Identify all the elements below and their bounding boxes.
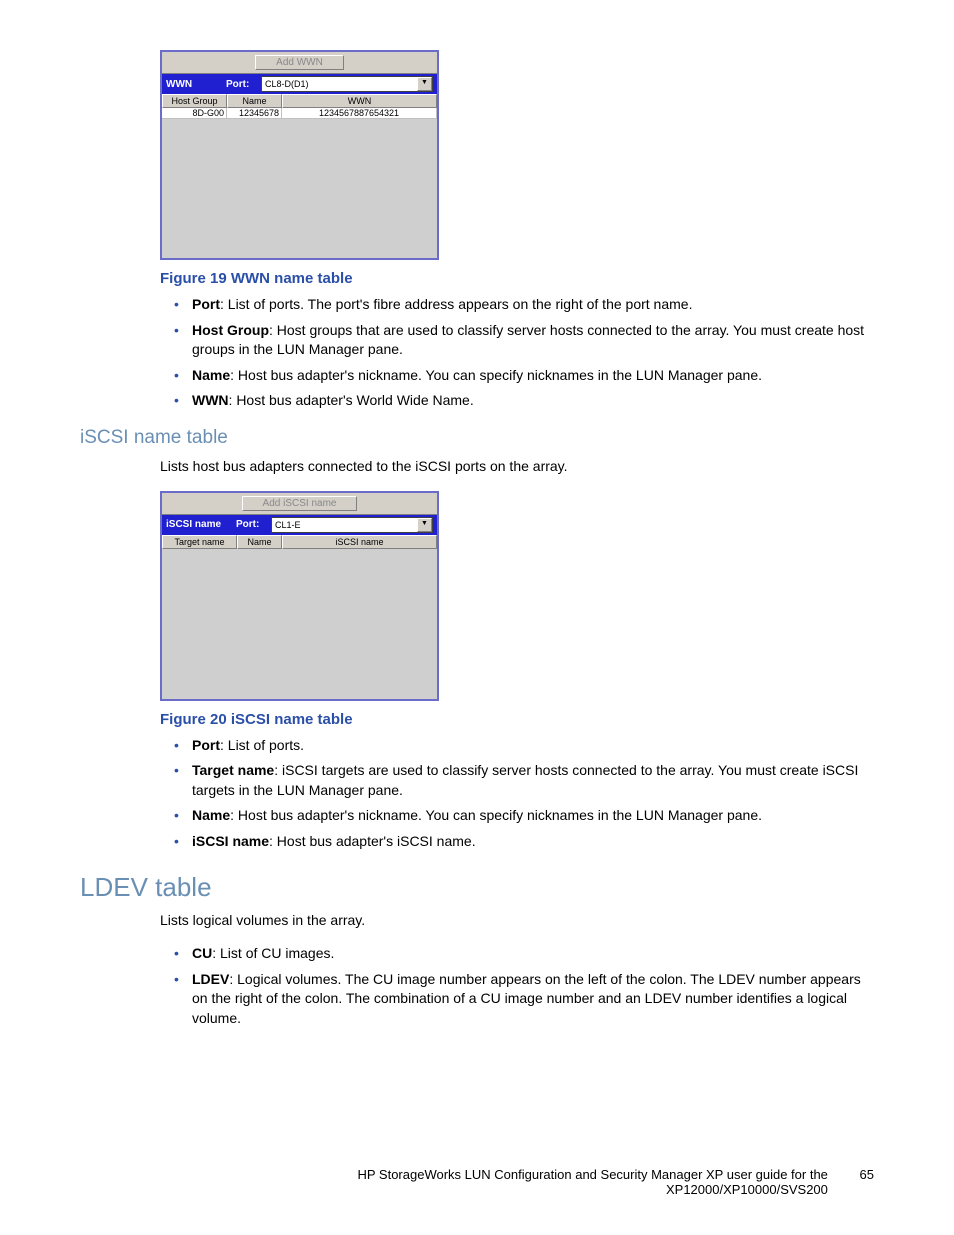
list-item: Port: List of ports. The port's fibre ad…: [174, 295, 874, 315]
cell-wwn: 1234567887654321: [282, 108, 437, 119]
list-item: Name: Host bus adapter's nickname. You c…: [174, 366, 874, 386]
iscsi-table-body: [162, 549, 437, 699]
list-item: CU: List of CU images.: [174, 944, 874, 964]
col-iscsiname: iSCSI name: [282, 535, 437, 549]
cell-hostgroup: 8D-G00: [162, 108, 227, 119]
iscsi-header-bar: iSCSI name Port: CL1-E ▼: [162, 515, 437, 535]
wwn-screenshot: Add WWN WWN Port: CL8-D(D1) ▼ Host Group…: [160, 50, 439, 260]
port-label: Port:: [226, 79, 261, 90]
table-row[interactable]: 8D-G00 12345678 1234567887654321: [162, 108, 437, 119]
iscsi-title: iSCSI name: [166, 519, 236, 530]
port-label: Port:: [236, 519, 271, 530]
wwn-column-headers: Host Group Name WWN: [162, 94, 437, 108]
list-item: Port: List of ports.: [174, 736, 874, 756]
wwn-bullet-list: Port: List of ports. The port's fibre ad…: [174, 295, 874, 411]
ldev-heading: LDEV table: [80, 872, 874, 903]
list-item: LDEV: Logical volumes. The CU image numb…: [174, 970, 874, 1029]
iscsi-intro: Lists host bus adapters connected to the…: [160, 457, 874, 477]
iscsi-column-headers: Target name Name iSCSI name: [162, 535, 437, 549]
ldev-bullet-list: CU: List of CU images. LDEV: Logical vol…: [174, 944, 874, 1028]
iscsi-bullet-list: Port: List of ports. Target name: iSCSI …: [174, 736, 874, 852]
iscsi-screenshot: Add iSCSI name iSCSI name Port: CL1-E ▼ …: [160, 491, 439, 701]
port-dropdown[interactable]: CL1-E ▼: [271, 517, 433, 533]
add-wwn-button[interactable]: Add WWN: [255, 55, 344, 70]
wwn-title: WWN: [166, 79, 226, 90]
figure-20-caption: Figure 20 iSCSI name table: [160, 711, 874, 728]
col-hostgroup: Host Group: [162, 94, 227, 108]
chevron-down-icon[interactable]: ▼: [417, 518, 432, 532]
cell-name: 12345678: [227, 108, 282, 119]
iscsi-heading: iSCSI name table: [80, 427, 874, 449]
list-item: iSCSI name: Host bus adapter's iSCSI nam…: [174, 832, 874, 852]
col-name: Name: [237, 535, 282, 549]
list-item: WWN: Host bus adapter's World Wide Name.: [174, 391, 874, 411]
col-targetname: Target name: [162, 535, 237, 549]
port-dropdown[interactable]: CL8-D(D1) ▼: [261, 76, 433, 92]
page-footer: HP StorageWorks LUN Configuration and Se…: [80, 1167, 874, 1197]
col-name: Name: [227, 94, 282, 108]
wwn-toolbar: Add WWN: [162, 52, 437, 74]
wwn-table-body: 8D-G00 12345678 1234567887654321: [162, 108, 437, 258]
footer-line1: HP StorageWorks LUN Configuration and Se…: [357, 1167, 827, 1182]
page-number: 65: [860, 1167, 874, 1182]
list-item: Host Group: Host groups that are used to…: [174, 321, 874, 360]
add-iscsi-button[interactable]: Add iSCSI name: [242, 496, 358, 511]
list-item: Name: Host bus adapter's nickname. You c…: [174, 806, 874, 826]
port-value: CL8-D(D1): [265, 79, 309, 89]
figure-19-caption: Figure 19 WWN name table: [160, 270, 874, 287]
footer-line2: XP12000/XP10000/SVS200: [666, 1182, 828, 1197]
chevron-down-icon[interactable]: ▼: [417, 77, 432, 91]
wwn-header-bar: WWN Port: CL8-D(D1) ▼: [162, 74, 437, 94]
list-item: Target name: iSCSI targets are used to c…: [174, 761, 874, 800]
ldev-intro: Lists logical volumes in the array.: [160, 911, 874, 931]
port-value: CL1-E: [275, 520, 301, 530]
iscsi-toolbar: Add iSCSI name: [162, 493, 437, 515]
col-wwn: WWN: [282, 94, 437, 108]
